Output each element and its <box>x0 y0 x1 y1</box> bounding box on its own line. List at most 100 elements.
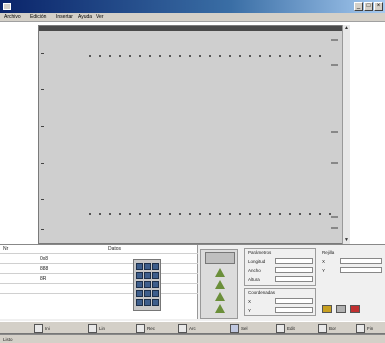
grid-dot <box>129 213 131 215</box>
grid-dot <box>279 55 281 57</box>
grid-dot <box>229 55 231 57</box>
keypad-key[interactable] <box>136 290 143 297</box>
coord-y-input[interactable] <box>275 307 313 313</box>
table-cell[interactable]: 888 <box>40 266 48 272</box>
settings-icon[interactable] <box>336 305 346 313</box>
grid-dot <box>219 55 221 57</box>
keypad-key[interactable] <box>144 290 151 297</box>
width-input[interactable] <box>275 267 313 273</box>
scroll-up-icon[interactable]: ▲ <box>343 25 350 32</box>
drawing-canvas[interactable] <box>38 25 343 244</box>
shape-item[interactable] <box>205 268 235 278</box>
grid-dot <box>299 55 301 57</box>
grid-dot <box>259 55 261 57</box>
grid-dot <box>289 55 291 57</box>
tool-button-delete[interactable]: Bor <box>318 323 358 334</box>
coord-x-label: X <box>248 299 252 304</box>
grid-x-input[interactable] <box>340 258 382 264</box>
ruler-marker <box>331 216 338 218</box>
tool-button-start[interactable]: Ini <box>34 323 74 334</box>
tool-button-finish[interactable]: Fin <box>356 323 384 334</box>
ruler-marker <box>331 64 338 66</box>
table-divider <box>0 253 198 254</box>
keypad-key[interactable] <box>152 290 159 297</box>
table-divider <box>0 273 198 274</box>
keypad-key[interactable] <box>152 281 159 288</box>
stop-icon[interactable] <box>350 305 360 313</box>
ruler-tick <box>41 229 44 230</box>
minimize-button[interactable]: _ <box>354 2 363 11</box>
table-divider <box>0 263 198 264</box>
menu-item-edit[interactable]: Edición <box>30 14 46 20</box>
menu-item-view[interactable]: Ver <box>96 14 104 20</box>
bottom-panel: Nr Datos 0x8 888 8R Parámetros Longitud … <box>0 244 385 343</box>
grid-dot <box>99 213 101 215</box>
shape-item[interactable] <box>205 292 235 302</box>
keypad-key[interactable] <box>136 272 143 279</box>
ruler-tick <box>41 163 44 164</box>
close-button[interactable]: × <box>374 2 383 11</box>
rectangle-icon <box>136 324 145 333</box>
table-header-nr: Nr <box>3 246 9 252</box>
folder-icon[interactable] <box>322 305 332 313</box>
keypad-key[interactable] <box>144 272 151 279</box>
tool-label: Rec <box>147 326 156 331</box>
grid-y-input[interactable] <box>340 267 382 273</box>
tool-button-edit[interactable]: Edit <box>276 323 316 334</box>
menu-item-insert[interactable]: Insertar <box>56 14 73 20</box>
triangle-icon <box>215 268 225 277</box>
keypad-key[interactable] <box>144 299 151 306</box>
menu-bar: Archivo Edición Insertar Ayuda Ver <box>0 13 385 22</box>
grid-dot <box>249 213 251 215</box>
grid-dot <box>219 213 221 215</box>
vertical-scrollbar[interactable]: ▲ ▼ <box>342 25 350 244</box>
length-input[interactable] <box>275 258 313 264</box>
tool-label: Bor <box>329 326 337 331</box>
keypad-key[interactable] <box>136 263 143 270</box>
grid-settings: Rejilla X Y <box>320 249 385 289</box>
table-divider <box>0 293 198 294</box>
data-table: Nr Datos 0x8 888 8R <box>0 245 198 319</box>
shape-item[interactable] <box>205 280 235 290</box>
finish-icon <box>356 324 365 333</box>
grid-dot <box>129 55 131 57</box>
width-label: Ancho <box>248 268 261 273</box>
keypad-key[interactable] <box>136 299 143 306</box>
grid-dot <box>309 213 311 215</box>
keypad-key[interactable] <box>144 281 151 288</box>
status-bar: Listo <box>0 334 385 343</box>
keypad-key[interactable] <box>152 272 159 279</box>
ruler-marker <box>331 39 338 41</box>
menu-item-file[interactable]: Archivo <box>4 14 21 20</box>
maximize-button[interactable]: □ <box>364 2 373 11</box>
tool-button-line[interactable]: Lin <box>88 323 128 334</box>
tool-button-arc[interactable]: Arc <box>178 323 218 334</box>
ruler-tick <box>41 126 44 127</box>
tool-label: Ini <box>45 326 50 331</box>
scroll-down-icon[interactable]: ▼ <box>343 237 350 244</box>
keypad-key[interactable] <box>144 263 151 270</box>
table-cell[interactable]: 8R <box>40 276 46 282</box>
table-cell[interactable]: 0x8 <box>40 256 48 262</box>
grid-dot <box>139 55 141 57</box>
coord-y-label: Y <box>248 308 252 313</box>
line-icon <box>88 324 97 333</box>
keypad-key[interactable] <box>152 263 159 270</box>
triangle-icon <box>215 292 225 301</box>
action-icons <box>322 303 382 315</box>
tool-button-select[interactable]: Sel <box>230 323 270 334</box>
height-input[interactable] <box>275 276 313 282</box>
bottom-toolbar: Ini Lin Rec Arc Sel Edit Bor Fin <box>0 321 385 334</box>
shape-preview[interactable] <box>205 252 235 264</box>
grid-dot <box>199 55 201 57</box>
grid-dot <box>169 213 171 215</box>
tool-button-rect[interactable]: Rec <box>136 323 176 334</box>
coord-x-input[interactable] <box>275 298 313 304</box>
shape-item[interactable] <box>205 304 235 314</box>
menu-item-help[interactable]: Ayuda <box>78 14 92 20</box>
canvas-area[interactable] <box>39 31 342 243</box>
keypad-key[interactable] <box>152 299 159 306</box>
grid-dot <box>89 55 91 57</box>
length-label: Longitud <box>248 259 266 264</box>
keypad-key[interactable] <box>136 281 143 288</box>
